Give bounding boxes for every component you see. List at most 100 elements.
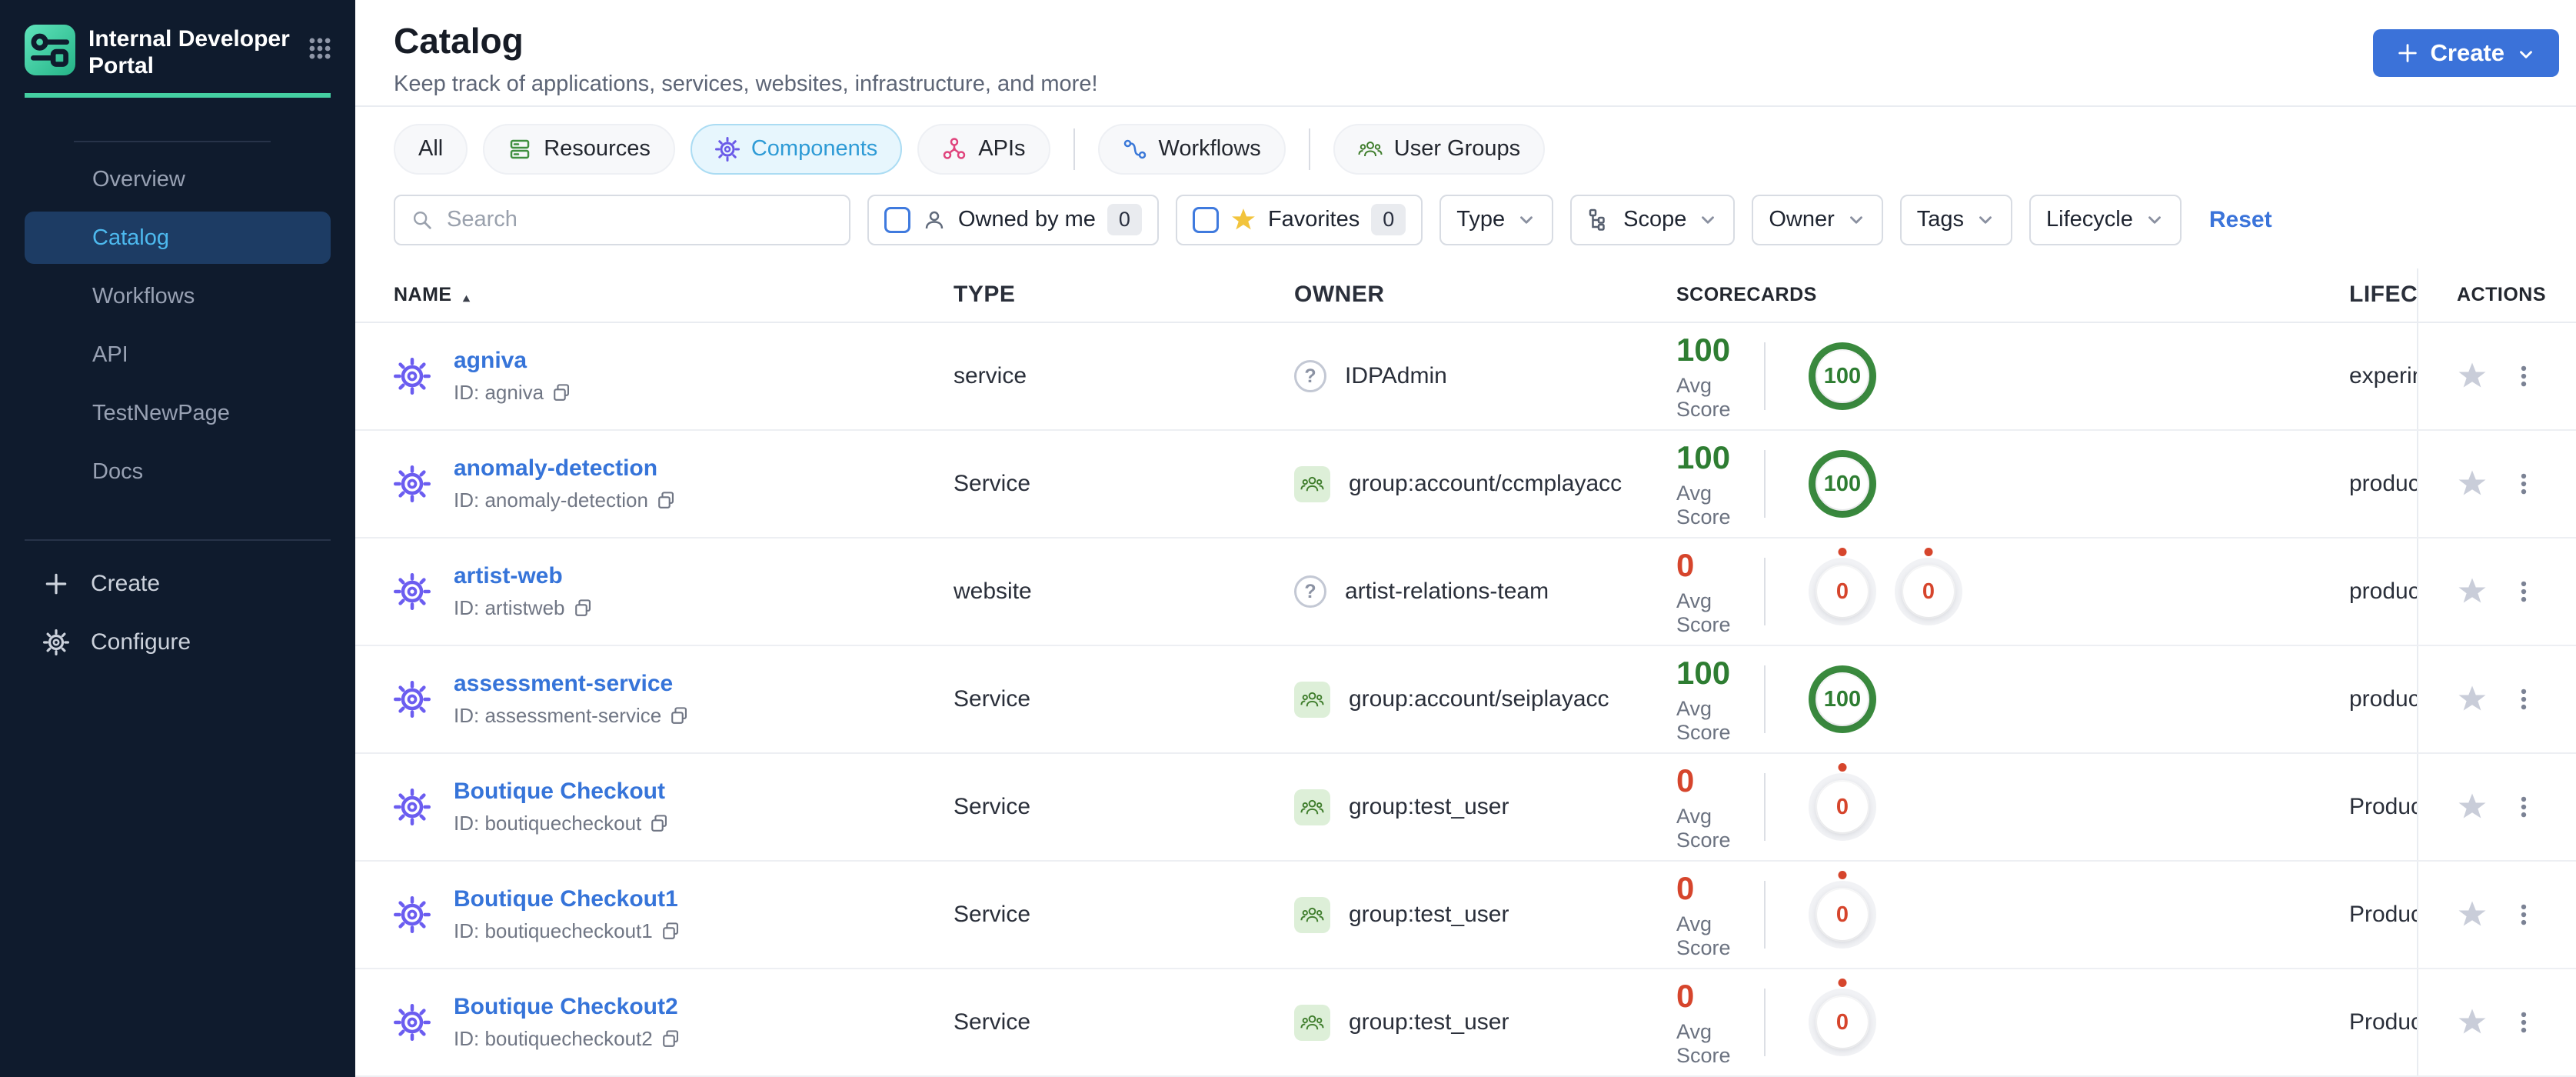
search-input[interactable]	[445, 206, 834, 234]
scorecards-cell: 0 Avg Score 00	[1676, 538, 2349, 645]
sidebar-item-overview[interactable]: Overview	[25, 153, 331, 205]
apps-grid-icon[interactable]	[306, 35, 334, 62]
tab-resources[interactable]: Resources	[483, 123, 675, 175]
create-button[interactable]: Create	[2372, 29, 2559, 77]
sidebar-create-button[interactable]: Create	[25, 555, 331, 613]
favorite-star-icon[interactable]	[2457, 684, 2488, 715]
tab-separator	[1308, 128, 1310, 170]
lifecycle-cell: production	[2349, 686, 2417, 712]
entity-name-link[interactable]: Boutique Checkout	[454, 779, 670, 805]
component-gear-icon	[394, 358, 431, 395]
brand-accent-bar	[25, 93, 331, 98]
sidebar-item-api[interactable]: API	[25, 328, 331, 381]
copy-icon[interactable]	[661, 1029, 681, 1049]
scorecard-circle: 100	[1809, 342, 1876, 410]
kebab-menu-icon[interactable]	[2511, 363, 2537, 389]
entity-name-link[interactable]: Boutique Checkout1	[454, 886, 681, 912]
owned-by-me-filter[interactable]: Owned by me 0	[867, 194, 1159, 245]
app-window: Internal Developer Portal Overview Catal…	[0, 0, 2576, 1077]
page-subtitle: Keep track of applications, services, we…	[394, 72, 1098, 96]
favorites-filter[interactable]: Favorites 0	[1175, 194, 1423, 245]
lifecycle-dropdown[interactable]: Lifecycle	[2029, 194, 2182, 245]
copy-icon[interactable]	[649, 813, 670, 834]
scope-dropdown[interactable]: Scope	[1570, 194, 1736, 245]
entity-name-link[interactable]: assessment-service	[454, 671, 690, 697]
avg-score-label: Avg Score	[1676, 912, 1731, 959]
favorites-checkbox[interactable]	[1192, 206, 1219, 233]
entity-id: ID: boutiquecheckout1	[454, 919, 653, 942]
reset-filters-link[interactable]: Reset	[2209, 207, 2272, 233]
entity-id: ID: boutiquecheckout2	[454, 1027, 653, 1050]
copy-icon[interactable]	[551, 382, 572, 403]
owner-cell: group:test_user	[1294, 862, 1676, 968]
type-cell: Service	[954, 902, 1031, 927]
scorecard-circle: 100	[1809, 665, 1876, 733]
owner-cell: group:test_user	[1294, 969, 1676, 1075]
tab-user-groups[interactable]: User Groups	[1333, 123, 1546, 175]
kebab-menu-icon[interactable]	[2511, 579, 2537, 605]
table-row: assessment-service ID: assessment-servic…	[355, 646, 2576, 754]
avg-score-value: 0	[1676, 869, 1695, 906]
tab-all[interactable]: All	[394, 123, 468, 175]
scorecard-circle: 0	[1809, 773, 1876, 841]
table-row: agniva ID: agniva service ? IDPAdmin 100…	[355, 323, 2576, 431]
table-header: NAME TYPE OWNER SCORECARDS LIFECYCLE ACT…	[355, 268, 2576, 323]
copy-icon[interactable]	[669, 705, 690, 726]
sidebar-item-workflows[interactable]: Workflows	[25, 270, 331, 322]
avg-score-value: 100	[1676, 438, 1731, 475]
tab-components[interactable]: Components	[690, 123, 903, 175]
tab-apis[interactable]: APIs	[917, 123, 1050, 175]
actions-cell	[2417, 538, 2576, 645]
kebab-menu-icon[interactable]	[2511, 471, 2537, 497]
type-cell: Service	[954, 794, 1031, 819]
owned-by-me-checkbox[interactable]	[884, 206, 910, 233]
avg-score-label: Avg Score	[1676, 481, 1731, 528]
scorecard-circles: 00	[1809, 558, 1962, 625]
hierarchy-icon	[1587, 208, 1612, 232]
favorite-star-icon[interactable]	[2457, 792, 2488, 822]
scorecards-cell: 100 Avg Score 100	[1676, 431, 2349, 537]
entity-name-link[interactable]: anomaly-detection	[454, 455, 677, 482]
entity-id: ID: artistweb	[454, 596, 565, 619]
name-cell: agniva ID: agniva	[355, 323, 954, 429]
sidebar-item-catalog[interactable]: Catalog	[25, 212, 331, 264]
owner-dropdown[interactable]: Owner	[1752, 194, 1883, 245]
component-gear-icon	[394, 1004, 431, 1041]
favorite-star-icon[interactable]	[2457, 576, 2488, 607]
copy-icon[interactable]	[573, 598, 594, 619]
favorite-star-icon[interactable]	[2457, 1007, 2488, 1038]
copy-icon[interactable]	[661, 921, 681, 942]
actions-cell	[2417, 969, 2576, 1075]
owner-cell: ? artist-relations-team	[1294, 538, 1676, 645]
favorite-star-icon[interactable]	[2457, 468, 2488, 499]
entity-name-link[interactable]: agniva	[454, 348, 572, 374]
tags-dropdown[interactable]: Tags	[1899, 194, 2013, 245]
kebab-menu-icon[interactable]	[2511, 902, 2537, 928]
entity-name-link[interactable]: Boutique Checkout2	[454, 994, 681, 1020]
group-owner-icon	[1294, 1004, 1330, 1041]
sidebar: Internal Developer Portal Overview Catal…	[0, 0, 355, 1077]
kebab-menu-icon[interactable]	[2511, 794, 2537, 820]
avg-score-value: 0	[1676, 762, 1695, 799]
avg-score-value: 0	[1676, 546, 1695, 583]
actions-cell	[2417, 323, 2576, 429]
kebab-menu-icon[interactable]	[2511, 1009, 2537, 1035]
scorecard-circle: 0	[1809, 881, 1876, 949]
type-dropdown[interactable]: Type	[1439, 194, 1554, 245]
entity-name-link[interactable]: artist-web	[454, 563, 594, 589]
favorite-star-icon[interactable]	[2457, 899, 2488, 930]
column-header-name[interactable]: NAME	[355, 268, 954, 322]
kebab-menu-icon[interactable]	[2511, 686, 2537, 712]
owner-label: artist-relations-team	[1345, 579, 1549, 604]
favorite-star-icon[interactable]	[2457, 361, 2488, 392]
sidebar-configure-button[interactable]: Configure	[25, 613, 331, 672]
copy-icon[interactable]	[656, 490, 677, 511]
page-title: Catalog	[394, 21, 524, 61]
sidebar-item-testnewpage[interactable]: TestNewPage	[25, 387, 331, 439]
scorecard-circles: 0	[1809, 773, 1876, 841]
portal-logo-icon	[25, 25, 75, 75]
sidebar-item-docs[interactable]: Docs	[25, 445, 331, 498]
type-cell: Service	[954, 1009, 1031, 1035]
tab-workflows[interactable]: Workflows	[1097, 123, 1286, 175]
score-divider	[1764, 989, 1766, 1056]
